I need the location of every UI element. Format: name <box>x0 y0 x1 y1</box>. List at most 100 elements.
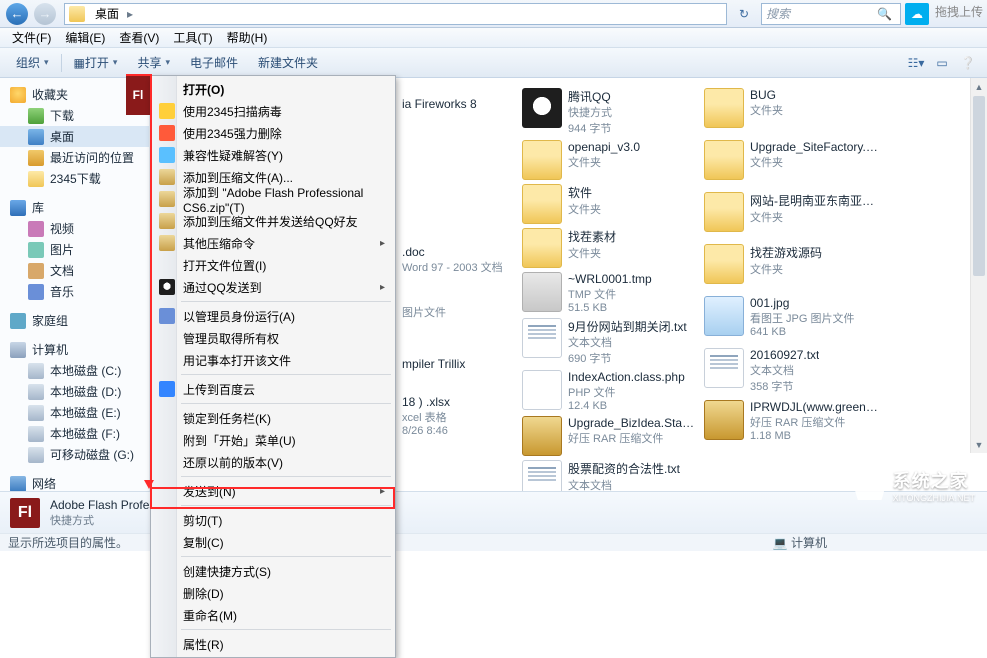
file-name: 20160927.txt <box>750 348 819 362</box>
ctx-runadmin[interactable]: 以管理员身份运行(A) <box>153 305 393 327</box>
new-folder-button[interactable]: 新建文件夹 <box>250 54 326 71</box>
file-item[interactable]: 腾讯QQ 快捷方式 944 字节 <box>518 86 700 138</box>
nav-back-button[interactable]: ← <box>4 3 30 25</box>
file-item[interactable]: IPRWDJL(www.greenxf.com).rar 好压 RAR 压缩文件… <box>700 398 882 450</box>
file-item[interactable]: Upgrade_BizIdea.Standard_5.x.x-5.4.0.0.r… <box>518 414 700 458</box>
ctx-compat[interactable]: 兼容性疑难解答(Y) <box>153 144 393 166</box>
view-mode-button[interactable]: ☷▾ <box>905 52 927 74</box>
house-icon <box>853 470 887 500</box>
file-item[interactable]: 20160927.txt 文本文档 358 字节 <box>700 346 882 398</box>
file-item[interactable]: ~WRL0001.tmp TMP 文件 51.5 KB <box>518 270 700 316</box>
ctx-open[interactable]: 打开(O) <box>153 78 393 100</box>
ctx-restore-prev[interactable]: 还原以前的版本(V) <box>153 451 393 473</box>
ctx-2345-delete[interactable]: 使用2345强力删除 <box>153 122 393 144</box>
ctx-admin-own[interactable]: 管理员取得所有权 <box>153 327 393 349</box>
tree-drive-d[interactable]: 本地磁盘 (D:) <box>0 381 149 402</box>
file-item[interactable]: 9月份网站到期关闭.txt 文本文档 690 字节 <box>518 316 700 368</box>
tree-desktop[interactable]: 桌面 <box>0 126 149 147</box>
email-button[interactable]: 电子邮件 <box>182 54 246 71</box>
ctx-sendto[interactable]: 发送到(N) <box>153 480 393 502</box>
file-name: 找茬素材 <box>568 228 616 245</box>
chevron-right-icon[interactable]: ▸ <box>125 7 135 21</box>
context-menu: 打开(O) 使用2345扫描病毒 使用2345强力删除 兼容性疑难解答(Y) 添… <box>150 75 396 658</box>
address-bar: ← → 桌面 ▸ ↻ 搜索 🔍 ☁ 拖拽上传 <box>0 0 987 28</box>
file-name: BUG <box>750 88 783 102</box>
ctx-cut[interactable]: 剪切(T) <box>153 509 393 531</box>
file-item-partial[interactable] <box>398 182 488 234</box>
tree-videos[interactable]: 视频 <box>0 218 149 239</box>
open-button[interactable]: ▦ 打开 <box>66 54 126 71</box>
preview-pane-button[interactable]: ▭ <box>931 52 953 74</box>
file-item[interactable]: 股票配资的合法性.txt 文本文档 1.84 KB <box>518 458 700 491</box>
upload-label: 拖拽上传 <box>935 3 983 25</box>
ctx-notepad[interactable]: 用记事本打开该文件 <box>153 349 393 371</box>
file-item[interactable]: IndexAction.class.php PHP 文件 12.4 KB <box>518 368 700 414</box>
tree-pictures[interactable]: 图片 <box>0 239 149 260</box>
nav-forward-button[interactable]: → <box>32 3 58 25</box>
ctx-delete[interactable]: 删除(D) <box>153 582 393 604</box>
file-detail: 好压 RAR 压缩文件 <box>750 414 878 430</box>
ctx-pin-taskbar[interactable]: 锁定到任务栏(K) <box>153 407 393 429</box>
scroll-down-button[interactable]: ▼ <box>971 436 987 453</box>
file-item[interactable]: 找茬素材 文件夹 <box>518 226 700 270</box>
menu-edit[interactable]: 编辑(E) <box>59 28 111 47</box>
file-detail: 好压 RAR 压缩文件 <box>568 430 696 446</box>
details-title: Adobe Flash Profess <box>50 498 161 512</box>
file-item[interactable]: 软件 文件夹 <box>518 182 700 226</box>
file-item-partial[interactable]: ia Fireworks 8 <box>398 78 488 130</box>
file-item-partial[interactable]: 18 ) .xlsxxcel 表格8/26 8:46 <box>398 390 488 442</box>
file-item[interactable]: Upgrade_SiteFactory.Standard_5.x.x.x-5.4… <box>700 138 882 190</box>
tree-drive-e[interactable]: 本地磁盘 (E:) <box>0 402 149 423</box>
scroll-up-button[interactable]: ▲ <box>971 78 987 95</box>
ctx-properties[interactable]: 属性(R) <box>153 633 393 655</box>
help-icon[interactable]: ❔ <box>957 52 979 74</box>
tree-removable[interactable]: 可移动磁盘 (G:) <box>0 444 149 465</box>
ctx-2345-scan[interactable]: 使用2345扫描病毒 <box>153 100 393 122</box>
tree-recent[interactable]: 最近访问的位置 <box>0 147 149 168</box>
file-item-partial[interactable]: 图片文件 <box>398 286 488 338</box>
ctx-rename[interactable]: 重命名(M) <box>153 604 393 626</box>
tree-music[interactable]: 音乐 <box>0 281 149 302</box>
file-item[interactable]: 找茬游戏源码 文件夹 <box>700 242 882 294</box>
ctx-otherzip[interactable]: 其他压缩命令 <box>153 232 393 254</box>
ctx-pin-start[interactable]: 附到「开始」菜单(U) <box>153 429 393 451</box>
tree-computer[interactable]: 计算机 <box>0 339 149 360</box>
watermark: 系统之家 XITONGZHIJIA.NET <box>853 467 975 503</box>
ctx-shortcut[interactable]: 创建快捷方式(S) <box>153 560 393 582</box>
file-item-partial[interactable]: mpiler Trillix <box>398 338 488 390</box>
breadcrumb-item[interactable]: 桌面 <box>89 5 125 22</box>
share-button[interactable]: 共享 <box>129 54 178 71</box>
menu-view[interactable]: 查看(V) <box>113 28 165 47</box>
menu-tools[interactable]: 工具(T) <box>167 28 218 47</box>
vertical-scrollbar[interactable]: ▲ ▼ <box>970 78 987 453</box>
file-item[interactable]: BUG 文件夹 <box>700 86 882 138</box>
ctx-baidu[interactable]: 上传到百度云 <box>153 378 393 400</box>
breadcrumb[interactable]: 桌面 ▸ <box>64 3 727 25</box>
refresh-button[interactable]: ↻ <box>731 3 757 25</box>
tree-drive-c[interactable]: 本地磁盘 (C:) <box>0 360 149 381</box>
file-detail: 文本文档 <box>750 362 819 378</box>
ctx-sendqq[interactable]: 通过QQ发送到 <box>153 276 393 298</box>
tree-2345[interactable]: 2345下载 <box>0 168 149 189</box>
tree-homegroup[interactable]: 家庭组 <box>0 310 149 331</box>
tree-documents[interactable]: 文档 <box>0 260 149 281</box>
shield-icon <box>159 103 175 119</box>
menu-file[interactable]: 文件(F) <box>6 28 57 47</box>
file-item[interactable]: 001.jpg 看图王 JPG 图片文件 641 KB <box>700 294 882 346</box>
tree-drive-f[interactable]: 本地磁盘 (F:) <box>0 423 149 444</box>
menu-help[interactable]: 帮助(H) <box>221 28 274 47</box>
tree-network[interactable]: 网络 <box>0 473 149 491</box>
search-input[interactable]: 搜索 🔍 <box>761 3 901 25</box>
scroll-thumb[interactable] <box>973 96 985 276</box>
file-item[interactable]: 网站-昆明南亚东南亚合作战略研究院 文件夹 <box>700 190 882 242</box>
file-item-partial[interactable] <box>398 130 488 182</box>
ctx-addzip-named[interactable]: 添加到 "Adobe Flash Professional CS6.zip"(T… <box>153 188 393 210</box>
ctx-openloc[interactable]: 打开文件位置(I) <box>153 254 393 276</box>
upload-cloud-button[interactable]: ☁ <box>905 3 929 25</box>
organize-button[interactable]: 组织 <box>8 54 57 71</box>
ctx-zipqq[interactable]: 添加到压缩文件并发送给QQ好友 <box>153 210 393 232</box>
file-item[interactable]: openapi_v3.0 文件夹 <box>518 138 700 182</box>
tree-libraries[interactable]: 库 <box>0 197 149 218</box>
ctx-copy[interactable]: 复制(C) <box>153 531 393 553</box>
file-item-partial[interactable]: .docWord 97 - 2003 文档 <box>398 234 488 286</box>
